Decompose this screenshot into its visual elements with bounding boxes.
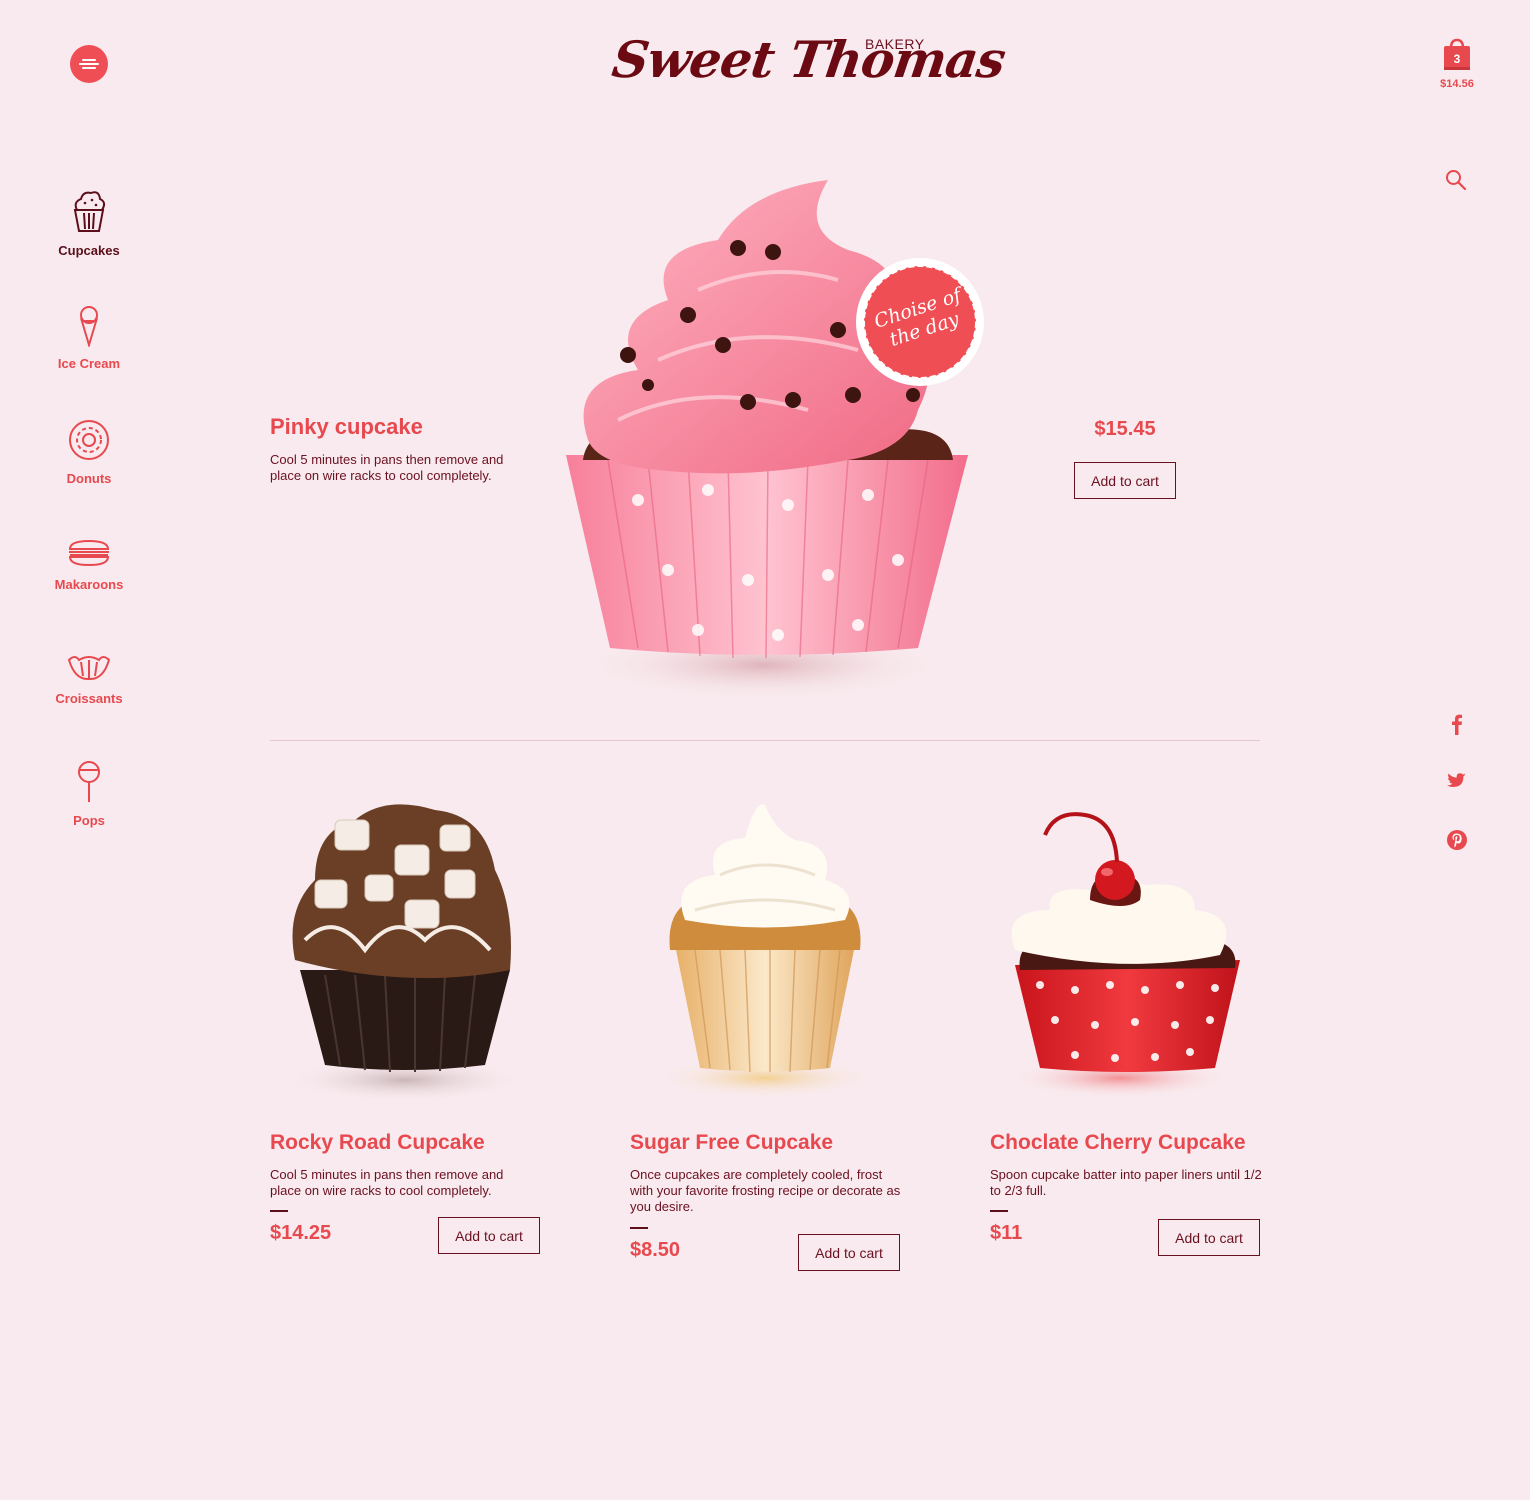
category-donuts[interactable]: Donuts: [29, 418, 149, 486]
hero-product-price: $15.45: [1094, 418, 1156, 440]
search-icon: [1446, 170, 1467, 191]
product-price: $8.50: [630, 1239, 681, 1261]
add-to-cart-button[interactable]: Add to cart: [798, 1234, 900, 1271]
divider: [270, 740, 1260, 741]
hero-product-title[interactable]: Pinky cupcake: [270, 414, 423, 440]
category-label: Ice Cream: [57, 356, 121, 371]
twitter-link[interactable]: [1444, 770, 1470, 797]
croissant-icon: [67, 656, 111, 681]
cart-count: 3: [1453, 52, 1461, 66]
sugar-free-cupcake-image: [655, 804, 875, 1098]
product-price: $11: [990, 1222, 1023, 1244]
product-title[interactable]: Sugar Free Cupcake: [630, 1131, 833, 1155]
divider: [270, 1210, 288, 1212]
category-makaroons[interactable]: Makaroons: [29, 538, 149, 592]
product-title[interactable]: Rocky Road Cupcake: [270, 1131, 485, 1155]
rocky-road-cupcake-image: [285, 804, 525, 1102]
category-ice-cream[interactable]: Ice Cream: [29, 305, 149, 371]
category-label: Pops: [73, 813, 105, 828]
product-description: Spoon cupcake batter into paper liners u…: [990, 1167, 1262, 1198]
pinterest-icon: [1447, 830, 1467, 850]
twitter-icon: [1447, 773, 1466, 787]
product-price: $14.25: [270, 1222, 332, 1244]
facebook-link[interactable]: [1444, 712, 1470, 741]
product-description: Once cupcakes are completely cooled, fro…: [630, 1167, 901, 1214]
cart-total: $14.56: [1440, 78, 1474, 90]
ice-cream-icon: [80, 306, 98, 349]
chocolate-cherry-cupcake-image: [1010, 812, 1240, 1098]
pinterest-link[interactable]: [1444, 827, 1470, 858]
category-label: Cupcakes: [58, 243, 120, 258]
divider: [990, 1210, 1008, 1212]
menu-icon: [82, 59, 96, 61]
category-label: Donuts: [66, 471, 112, 486]
category-label: Croissants: [55, 691, 123, 706]
menu-button[interactable]: [70, 45, 108, 83]
logo-subtitle: BAKERY: [865, 36, 925, 52]
donut-icon: [69, 420, 109, 460]
cart-button[interactable]: 3: [1436, 38, 1478, 79]
category-label: Makaroons: [54, 577, 124, 592]
macaron-icon: [68, 539, 110, 567]
divider: [630, 1227, 648, 1229]
facebook-icon: [1452, 714, 1462, 735]
add-to-cart-button[interactable]: Add to cart: [438, 1217, 540, 1254]
category-cupcakes[interactable]: Cupcakes: [29, 188, 149, 258]
cupcake-icon: [73, 191, 106, 232]
search-button[interactable]: [1444, 168, 1468, 197]
hero-cupcake-image: [566, 180, 984, 700]
add-to-cart-button[interactable]: Add to cart: [1158, 1219, 1260, 1256]
product-title[interactable]: Choclate Cherry Cupcake: [990, 1131, 1246, 1155]
hero-add-to-cart-button[interactable]: Add to cart: [1074, 462, 1176, 499]
category-pops[interactable]: Pops: [29, 760, 149, 828]
hero-product-description: Cool 5 minutes in pans then remove and p…: [270, 452, 504, 483]
category-croissants[interactable]: Croissants: [29, 652, 149, 706]
product-description: Cool 5 minutes in pans then remove and p…: [270, 1167, 504, 1198]
lollipop-icon: [78, 761, 100, 802]
